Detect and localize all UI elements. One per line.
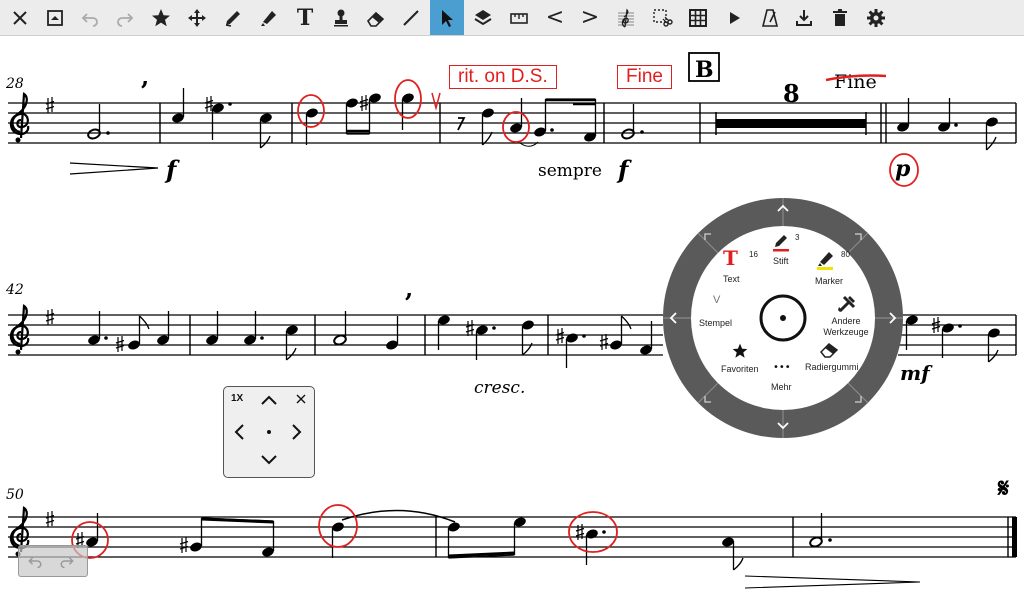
stamp-icon[interactable] [324,0,358,35]
settings-icon[interactable] [859,0,893,35]
text-label: Text [723,274,740,284]
multirest-count: 8 [783,79,800,108]
tools-icon [838,295,856,313]
wheel-item-favorites[interactable]: Favoriten [713,342,769,386]
layers-icon[interactable] [466,0,500,35]
wheel-item-marker[interactable]: 80 Marker [809,246,869,290]
dynamic-f-1: f [164,155,180,184]
toolbar: T < > [0,0,1024,36]
pen-label: Stift [773,256,789,266]
eraser-label: Radiergummi [805,362,859,372]
stamp-label: Stempel [699,318,733,328]
dynamic-p: p [895,156,911,182]
redo-icon[interactable] [108,0,142,35]
stamp-glyph-icon: V [713,294,721,306]
close-icon[interactable] [3,0,37,35]
navigation-pad[interactable]: 1X [223,386,315,478]
marker-icon[interactable] [252,0,286,35]
favorites-label: Favoriten [721,364,759,374]
up-bow-annotation[interactable] [431,92,441,111]
measure-number-42: 42 [5,282,24,298]
download-icon[interactable] [787,0,821,35]
floating-undo-redo [18,545,88,577]
measure-number-28: 28 [5,76,24,92]
marker-label: Marker [815,276,844,286]
greater-than-glyph: > [580,5,600,30]
wheel-item-other-tools[interactable]: Andere Werkzeuge [823,292,879,342]
move-icon[interactable] [180,0,214,35]
expression-sempre: sempre [538,161,602,181]
dynamic-mf: mf [900,361,933,385]
nav-up-icon[interactable] [259,393,279,407]
segno-sign: 𝄋 [997,474,1009,504]
other-tools-label: Andere Werkzeuge [823,316,869,337]
breath-mark: ’ [140,77,149,107]
text-size: 16 [749,250,758,259]
nav-center-dot-icon[interactable] [265,428,273,436]
pen-size: 3 [795,233,800,242]
pen-icon [773,235,789,252]
eraser-icon[interactable] [359,0,393,35]
zoom-level[interactable]: 1X [231,393,243,404]
wheel-item-eraser[interactable]: Radiergummi [803,340,873,384]
tool-wheel[interactable]: T 16 Text 3 Stift 80 Marker V Stempel An… [663,198,903,438]
annotation-rit-on-ds[interactable]: rit. on D.S. [449,65,557,89]
undo-icon[interactable] [73,0,107,35]
fullscreen-icon[interactable] [38,0,72,35]
greater-than-icon[interactable]: > [573,0,607,35]
wheel-item-more[interactable]: ••• Mehr [763,362,803,402]
breath-mark-2: ’ [404,289,413,319]
text-icon[interactable]: T [288,0,322,35]
cut-selection-icon[interactable] [645,0,679,35]
nav-right-icon[interactable] [290,422,304,442]
eraser-tool-icon [819,343,839,358]
wheel-item-stamp[interactable]: V Stempel [697,294,747,338]
ruler-icon[interactable] [502,0,536,35]
more-label: Mehr [771,382,792,392]
dynamic-f-2: f [616,155,632,184]
play-icon[interactable] [717,0,751,35]
metronome-icon[interactable] [753,0,787,35]
marker-size: 80 [841,250,850,259]
tool-wheel-center: T 16 Text 3 Stift 80 Marker V Stempel An… [691,226,875,410]
nav-down-icon[interactable] [259,453,279,467]
text-tool-glyph: T [296,4,314,31]
select-icon[interactable] [430,0,464,35]
pencil-icon[interactable] [216,0,250,35]
rehearsal-mark: B [695,57,714,83]
line-icon[interactable] [394,0,428,35]
annotation-fine-box[interactable]: Fine [617,65,672,89]
wheel-item-pen[interactable]: 3 Stift [765,230,815,270]
measure-number-50: 50 [6,487,24,503]
clef-icon[interactable] [609,0,643,35]
close-icon[interactable] [294,392,308,406]
nav-left-icon[interactable] [232,422,246,442]
redo-icon[interactable] [57,552,77,570]
star-icon[interactable] [144,0,178,35]
more-dots-icon: ••• [773,362,791,373]
undo-icon[interactable] [25,552,45,570]
delete-icon[interactable] [823,0,857,35]
text-tool-icon: T [723,246,738,270]
less-than-icon[interactable]: < [538,0,572,35]
staff-system-3 [8,506,1017,589]
highlighter-icon [817,252,833,270]
staff-system-1 [8,88,1017,175]
expression-cresc: cresc. [474,378,525,398]
less-than-glyph: < [545,5,565,30]
grid-icon[interactable] [681,0,715,35]
wheel-center-button-icon[interactable] [758,293,808,343]
favorites-star-icon [732,343,748,358]
